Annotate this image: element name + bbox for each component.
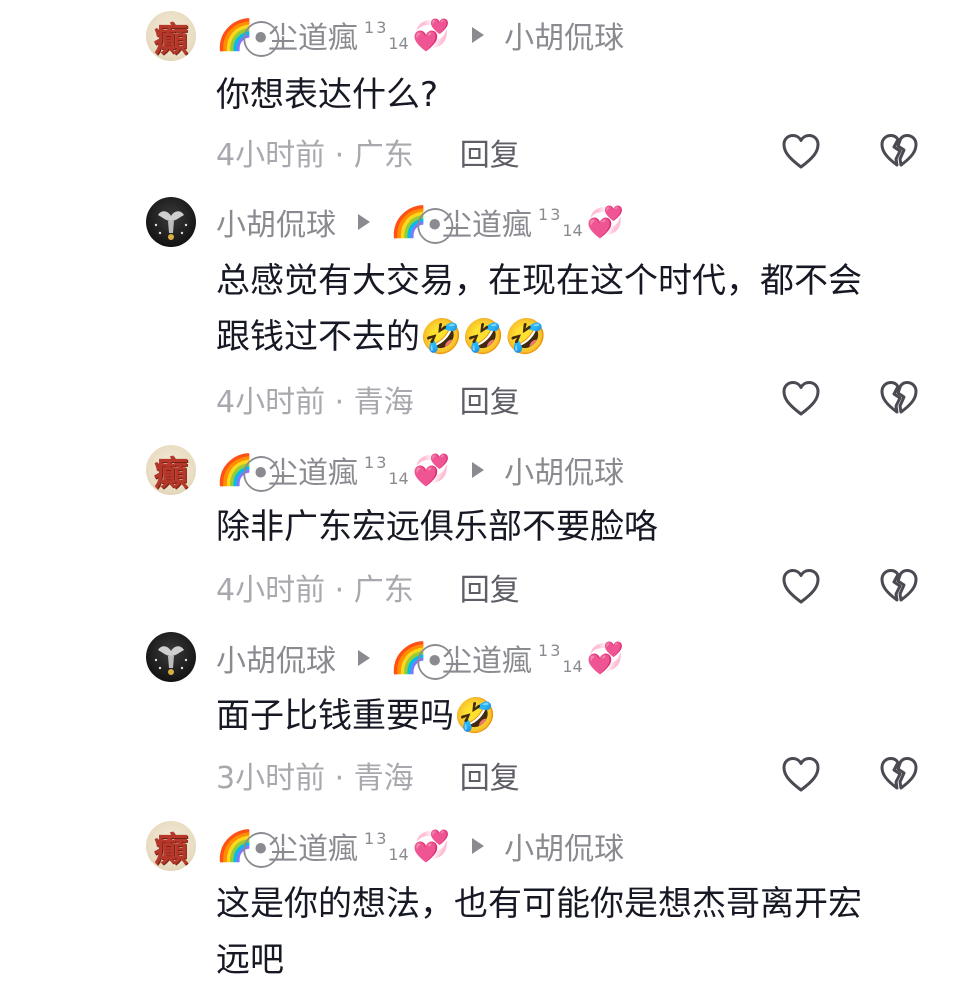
comment-text-line: 跟钱过不去的🤣🤣🤣 — [216, 317, 548, 357]
timestamp-location: 4小时前 · 青海 — [216, 385, 414, 420]
comment-text-line: 总感觉有大交易，在现在这个时代，都不会 — [216, 261, 862, 301]
comment-text: 除非广东宏远俱乐部不要脸咯 — [216, 499, 936, 555]
reply-to-sup: 1 — [538, 204, 549, 224]
triangle-right-icon — [358, 214, 370, 230]
comment-text-line: 面子比钱重要吗🤣 — [216, 696, 497, 736]
timestamp-location: 4小时前 · 广东 — [216, 573, 414, 608]
broken-heart-outline-icon[interactable] — [879, 755, 919, 795]
rainbow-icon: 🌈 — [216, 828, 254, 864]
author-sub: 14 — [388, 844, 409, 864]
author-name[interactable]: ꔷ⃝尘道瘋 — [253, 13, 358, 57]
timestamp-location: 3小时前 · 青海 — [216, 761, 414, 796]
comment-header: 🌈 ꔷ⃝尘道瘋 1 3 14 💞 小胡侃球 — [216, 448, 624, 492]
reply-to-sup: 1 — [538, 640, 549, 660]
avatar-glyph: 癲 — [154, 19, 188, 60]
triangle-right-icon — [358, 650, 370, 666]
reply-to-name[interactable]: 小胡侃球 — [504, 13, 624, 57]
author-sup: 1 — [364, 828, 375, 848]
comment-header: 小胡侃球 🌈 ꔷ⃝尘道瘋 1 3 14 💞 — [216, 200, 625, 244]
reply-to-sup-2: 3 — [550, 204, 561, 224]
triangle-right-icon — [472, 27, 485, 43]
reply-button[interactable]: 回复 — [460, 130, 520, 174]
heart-outline-icon[interactable] — [781, 567, 821, 607]
heart-outline-icon[interactable] — [781, 755, 821, 795]
triangle-right-icon — [472, 838, 485, 854]
avatar-emblem-icon — [154, 646, 188, 675]
author-sub: 14 — [388, 468, 409, 488]
avatar-glyph: 癲 — [154, 453, 188, 494]
broken-heart-outline-icon[interactable] — [879, 567, 919, 607]
hearts-badge-icon: 💞 — [412, 828, 451, 864]
hearts-badge-icon: 💞 — [586, 204, 625, 240]
reply-to-name[interactable]: 小胡侃球 — [504, 824, 624, 868]
author-sup: 1 — [364, 17, 375, 37]
comment-header: 🌈 ꔷ⃝尘道瘋 1 3 14 💞 小胡侃球 — [216, 824, 624, 868]
hearts-badge-icon: 💞 — [412, 17, 451, 53]
comment-text-line: 你想表达什么? — [216, 75, 439, 115]
author-name[interactable]: 小胡侃球 — [216, 636, 336, 680]
hearts-badge-icon: 💞 — [586, 640, 625, 676]
comment-text-line: 除非广东宏远俱乐部不要脸咯 — [216, 507, 658, 547]
comment-header: 🌈 ꔷ⃝尘道瘋 1 3 14 💞 小胡侃球 — [216, 13, 624, 57]
comment-meta: 4小时前 · 广东 回复 — [216, 565, 520, 609]
author-sup: 1 — [364, 452, 375, 472]
timestamp-location: 4小时前 · 广东 — [216, 138, 414, 173]
rainbow-icon: 🌈 — [216, 452, 254, 488]
author-name[interactable]: ꔷ⃝尘道瘋 — [253, 824, 358, 868]
avatar[interactable] — [146, 197, 196, 247]
rainbow-icon: 🌈 — [390, 204, 428, 240]
triangle-right-icon — [472, 462, 485, 478]
reply-button[interactable]: 回复 — [460, 377, 520, 421]
rainbow-icon: 🌈 — [216, 17, 254, 53]
reply-to-name[interactable]: 小胡侃球 — [504, 448, 624, 492]
hearts-badge-icon: 💞 — [412, 452, 451, 488]
reply-to-sup-2: 3 — [550, 640, 561, 660]
comment-meta: 4小时前 · 青海 回复 — [216, 377, 520, 421]
comment-meta: 3小时前 · 青海 回复 — [216, 753, 520, 797]
reply-to-sub: 14 — [562, 220, 583, 240]
broken-heart-outline-icon[interactable] — [879, 379, 919, 419]
author-sup-2: 3 — [376, 828, 387, 848]
reply-to-name[interactable]: ꔷ⃝尘道瘋 — [427, 200, 532, 244]
comment-meta: 4小时前 · 广东 回复 — [216, 130, 520, 174]
avatar[interactable]: 癲 — [146, 445, 196, 495]
author-sub: 14 — [388, 33, 409, 53]
rainbow-icon: 🌈 — [390, 640, 428, 676]
avatar[interactable]: 癲 — [146, 821, 196, 871]
comment-text: 面子比钱重要吗🤣 — [216, 688, 936, 744]
reply-to-name[interactable]: ꔷ⃝尘道瘋 — [427, 636, 532, 680]
comment-text: 你想表达什么? — [216, 67, 936, 123]
heart-outline-icon[interactable] — [781, 132, 821, 172]
comment-text: 总感觉有大交易，在现在这个时代，都不会 跟钱过不去的🤣🤣🤣 — [216, 253, 936, 365]
avatar-emblem-icon — [154, 211, 188, 240]
comment-header: 小胡侃球 🌈 ꔷ⃝尘道瘋 1 3 14 💞 — [216, 636, 625, 680]
broken-heart-outline-icon[interactable] — [879, 132, 919, 172]
author-name[interactable]: ꔷ⃝尘道瘋 — [253, 448, 358, 492]
comment-text-line: 远吧 — [216, 940, 284, 980]
avatar[interactable] — [146, 632, 196, 682]
author-sup-2: 3 — [376, 452, 387, 472]
avatar[interactable]: 癲 — [146, 11, 196, 61]
heart-outline-icon[interactable] — [781, 379, 821, 419]
comment-text-line: 这是你的想法，也有可能你是想杰哥离开宏 — [216, 884, 862, 924]
comment-text: 这是你的想法，也有可能你是想杰哥离开宏 远吧 — [216, 876, 936, 988]
reply-button[interactable]: 回复 — [460, 565, 520, 609]
reply-to-sub: 14 — [562, 656, 583, 676]
author-sup-2: 3 — [376, 17, 387, 37]
author-name[interactable]: 小胡侃球 — [216, 200, 336, 244]
avatar-glyph: 癲 — [154, 829, 188, 870]
reply-button[interactable]: 回复 — [460, 753, 520, 797]
